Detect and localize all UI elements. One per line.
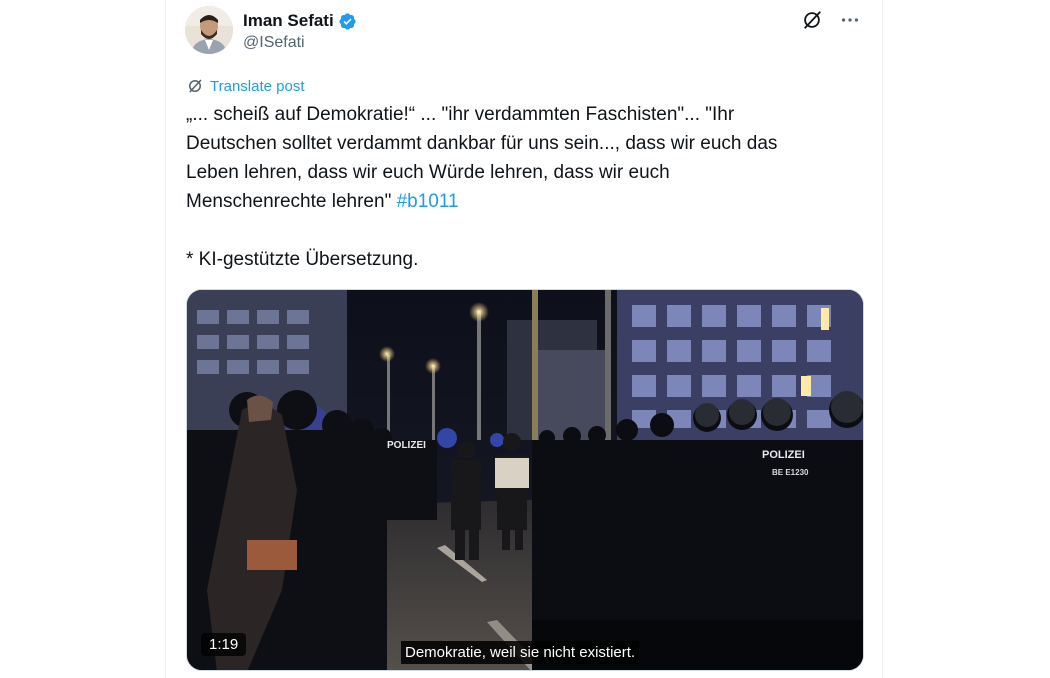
- police-label-right: POLIZEI: [762, 449, 805, 461]
- translate-post-link[interactable]: Translate post: [186, 77, 305, 95]
- page: Iman Sefati @ISefati Translate post „...…: [0, 0, 1050, 678]
- grok-icon[interactable]: [800, 8, 824, 32]
- more-icon[interactable]: [838, 8, 862, 32]
- avatar-image: [185, 6, 233, 54]
- post-text-line: Deutschen solltet verdammt dankbar für u…: [186, 133, 778, 154]
- video-frame: POLIZEI POLIZEI BE E1230: [187, 290, 863, 670]
- post-footnote: * KI-gestützte Übersetzung.: [186, 249, 419, 270]
- police-badge-right: BE E1230: [772, 468, 809, 477]
- verified-badge-icon[interactable]: [338, 12, 357, 31]
- post-text-line: „... scheiß auf Demokratie!“ ... "ihr ve…: [186, 104, 735, 125]
- post-card[interactable]: Iman Sefati @ISefati Translate post „...…: [165, 0, 883, 678]
- post-text: „... scheiß auf Demokratie!“ ... "ihr ve…: [186, 100, 862, 274]
- post-text-line: Leben lehren, dass wir euch Würde lehren…: [186, 162, 670, 183]
- post-top-actions: [800, 8, 862, 32]
- hashtag-link[interactable]: #b1011: [397, 191, 459, 212]
- video-player[interactable]: POLIZEI POLIZEI BE E1230 1:19 Demokratie…: [186, 289, 864, 671]
- police-label-left: POLIZEI: [387, 440, 426, 451]
- post-text-fragment: Menschenrechte lehren": [186, 191, 392, 212]
- author-display-name[interactable]: Iman Sefati: [243, 11, 334, 31]
- avatar[interactable]: [185, 6, 233, 54]
- video-duration: 1:19: [201, 633, 247, 656]
- video-subtitle: Demokratie, weil sie nicht existiert.: [401, 641, 640, 664]
- author-name-row[interactable]: Iman Sefati: [243, 10, 357, 32]
- post-text-line: Menschenrechte lehren" #b1011: [186, 187, 862, 216]
- translate-icon: [189, 79, 202, 93]
- translate-post-label[interactable]: Translate post: [210, 78, 305, 95]
- author-handle[interactable]: @ISefati: [243, 34, 305, 52]
